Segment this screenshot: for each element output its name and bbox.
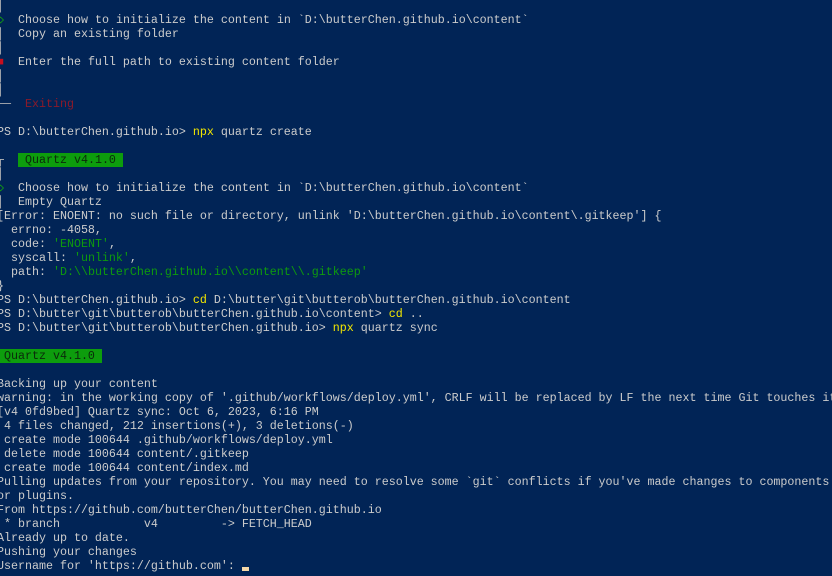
terminal-line: Pulling updates from your repository. Yo… (0, 475, 832, 489)
terminal-line: │ (0, 41, 832, 55)
prompt-gutter-symbol: │ (0, 69, 4, 83)
output-text: code: (0, 237, 53, 251)
output-text: create mode 100644 content/index.md (0, 461, 249, 475)
output-text: PS D:\butter\git\butterob\butterChen.git… (0, 321, 333, 335)
quartz-version-badge: Quartz v4.1.0 (18, 153, 123, 167)
prompt-gutter-symbol: ┌ (0, 153, 4, 167)
terminal-line: │ (0, 0, 832, 13)
terminal-line: Quartz v4.1.0 (0, 349, 832, 363)
terminal-line: 4 files changed, 212 insertions(+), 3 de… (0, 419, 832, 433)
terminal-line: errno: -4058, (0, 223, 832, 237)
output-text: 4 files changed, 212 insertions(+), 3 de… (0, 419, 354, 433)
prompt-gutter-symbol: │ (0, 41, 4, 55)
output-text: PS D:\butterChen.github.io> (0, 125, 193, 139)
prompt-gutter-symbol: │ (0, 83, 4, 97)
output-text: Already up to date. (0, 531, 130, 545)
output-text: Choose how to initialize the content in … (4, 181, 529, 195)
terminal-line: delete mode 100644 content/.gitkeep (0, 447, 832, 461)
output-text: quartz create (213, 125, 312, 139)
output-text: syscall: (0, 251, 74, 265)
output-text: delete mode 100644 content/.gitkeep (0, 447, 249, 461)
output-text: [Error: ENOENT: no such file or director… (0, 209, 662, 223)
terminal-line: ┌ Quartz v4.1.0 (0, 153, 832, 167)
output-text: } (0, 279, 4, 293)
terminal-line: │ (0, 83, 832, 97)
quartz-version-badge: Quartz v4.1.0 (0, 349, 102, 363)
prompt-gutter-symbol: ── (0, 97, 11, 111)
terminal-line: ◇ Choose how to initialize the content i… (0, 13, 832, 27)
prompt-gutter-symbol: │ (0, 167, 4, 181)
output-text: Pulling updates from your repository. Yo… (0, 475, 830, 489)
terminal-output[interactable]: │ ◇ Choose how to initialize the content … (0, 0, 832, 573)
output-text: D:\butter\git\butterob\butterChen.github… (206, 293, 571, 307)
output-text: Choose how to initialize the content in … (4, 13, 529, 27)
terminal-line: PS D:\butter\git\butterob\butterChen.git… (0, 321, 832, 335)
string-literal: 'D:\\butterChen.github.io\\content\\.git… (52, 265, 368, 279)
string-literal: 'ENOENT' (52, 237, 109, 251)
terminal-line: create mode 100644 .github/workflows/dep… (0, 433, 832, 447)
terminal-line: or plugins. (0, 489, 832, 503)
terminal-line: } (0, 279, 832, 293)
output-text: * branch v4 -> FETCH_HEAD (0, 517, 312, 531)
terminal-line: Already up to date. (0, 531, 832, 545)
output-text: errno: -4058, (0, 223, 102, 237)
command-name: npx (332, 321, 354, 335)
output-text: From https://github.com/butterChen/butte… (0, 503, 382, 517)
terminal-line: │ Copy an existing folder (0, 27, 832, 41)
terminal-line: syscall: 'unlink', (0, 251, 832, 265)
terminal-line: PS D:\butterChen.github.io> cd D:\butter… (0, 293, 832, 307)
output-text: PS D:\butterChen.github.io> (0, 293, 193, 307)
terminal-line: │ (0, 69, 832, 83)
terminal-line: ■ Enter the full path to existing conten… (0, 55, 832, 69)
output-text: or plugins. (0, 489, 74, 503)
exiting-text: Exiting (24, 97, 74, 111)
prompt-gutter-symbol: │ (0, 0, 4, 13)
terminal-line: path: 'D:\\butterChen.github.io\\content… (0, 265, 832, 279)
terminal-line: * branch v4 -> FETCH_HEAD (0, 517, 832, 531)
output-text: Pushing your changes (0, 545, 137, 559)
string-literal: 'unlink' (73, 251, 130, 265)
output-text: Backing up your content (0, 377, 158, 391)
output-text: .. (402, 307, 424, 321)
terminal-line: ── Exiting (0, 97, 832, 111)
terminal-line: warning: in the working copy of '.github… (0, 391, 832, 405)
output-text: quartz sync (353, 321, 438, 335)
output-text: , (108, 237, 116, 251)
terminal-line: [Error: ENOENT: no such file or director… (0, 209, 832, 223)
command-name: cd (388, 307, 403, 321)
terminal-line: [v4 0fd9bed] Quartz sync: Oct 6, 2023, 6… (0, 405, 832, 419)
command-name: npx (192, 125, 214, 139)
terminal-line: │ (0, 167, 832, 181)
command-name: cd (192, 293, 207, 307)
terminal-line: │ Empty Quartz (0, 195, 832, 209)
terminal-line: Backing up your content (0, 377, 832, 391)
terminal-line: ◇ Choose how to initialize the content i… (0, 181, 832, 195)
output-text: Enter the full path to existing content … (4, 55, 340, 69)
output-text: , (129, 251, 137, 265)
output-text: Username for 'https://github.com': (0, 559, 242, 573)
terminal-line: PS D:\butterChen.github.io> npx quartz c… (0, 125, 832, 139)
output-text: create mode 100644 .github/workflows/dep… (0, 433, 333, 447)
output-text: path: (0, 265, 53, 279)
output-text: warning: in the working copy of '.github… (0, 391, 832, 405)
terminal-line: create mode 100644 content/index.md (0, 461, 832, 475)
terminal-line: PS D:\butter\git\butterob\butterChen.git… (0, 307, 832, 321)
terminal-line: code: 'ENOENT', (0, 237, 832, 251)
output-text: Empty Quartz (4, 195, 102, 209)
text-cursor[interactable] (241, 567, 249, 571)
output-text: PS D:\butter\git\butterob\butterChen.git… (0, 307, 389, 321)
terminal-line: Username for 'https://github.com': (0, 559, 832, 573)
output-text: Copy an existing folder (4, 27, 179, 41)
output-text: [v4 0fd9bed] Quartz sync: Oct 6, 2023, 6… (0, 405, 319, 419)
terminal-line: Pushing your changes (0, 545, 832, 559)
terminal-line: From https://github.com/butterChen/butte… (0, 503, 832, 517)
